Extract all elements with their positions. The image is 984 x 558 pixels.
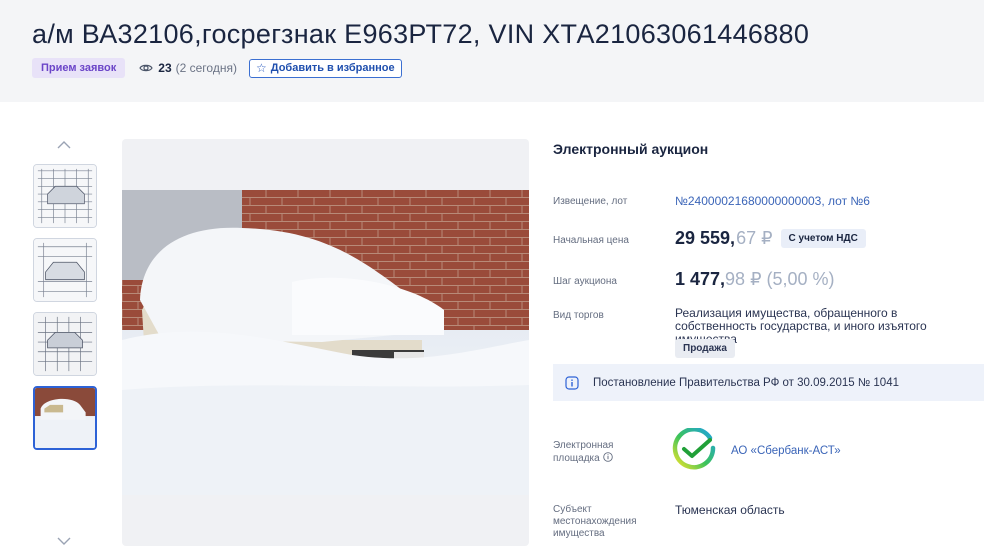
step-value: 1 477,98 ₽ (5,00 %)	[675, 269, 835, 290]
step-fraction: 98 ₽ (5,00 %)	[725, 269, 835, 289]
gallery-thumbnail-3[interactable]	[33, 312, 97, 376]
meta-row: Прием заявок 23 (2 сегодня) ☆ Добавить в…	[32, 58, 402, 78]
gallery-thumbnail-1[interactable]	[33, 164, 97, 228]
start-price-integer: 29 559,	[675, 228, 736, 248]
region-label-line-3: имущества	[553, 528, 605, 539]
platform-label-line-1: Электронная	[553, 440, 614, 451]
gallery-thumbnail-2[interactable]	[33, 238, 97, 302]
trade-type-label: Вид торгов	[553, 310, 604, 321]
info-icon	[565, 375, 579, 390]
star-icon: ☆	[255, 61, 267, 75]
sberbank-logo-icon	[672, 428, 716, 470]
page-title: а/м ВА32106,госрегзнак Е963РТ72, VIN ХТА…	[32, 19, 810, 49]
main-photo-frame[interactable]	[122, 139, 529, 546]
main-photo-snow-covered-car	[122, 190, 529, 495]
start-price-fraction: 67 ₽	[736, 228, 773, 248]
add-to-favorites-button[interactable]: ☆ Добавить в избранное	[248, 58, 402, 78]
car-document-thumbnail	[34, 239, 96, 301]
region-value: Тюменская область	[675, 503, 785, 517]
snow-car-thumbnail	[35, 388, 95, 448]
decree-text: Постановление Правительства РФ от 30.09.…	[593, 376, 899, 389]
sale-badge: Продажа	[675, 339, 735, 358]
vat-badge: С учетом НДС	[780, 229, 866, 248]
notice-label: Извещение, лот	[553, 196, 628, 207]
decree-info-box: Постановление Правительства РФ от 30.09.…	[553, 364, 984, 401]
platform-label-line-2: площадка	[553, 452, 613, 465]
step-label: Шаг аукциона	[553, 276, 617, 287]
views-counter: 23 (2 сегодня)	[139, 61, 237, 75]
region-label: Субъект местонахождения имущества	[553, 504, 637, 540]
gallery-thumbnail-4-active[interactable]	[33, 386, 97, 450]
help-icon[interactable]	[602, 452, 613, 462]
chevron-down-icon[interactable]	[56, 536, 72, 546]
eye-icon	[139, 64, 153, 72]
platform-label: Электронная площадка	[553, 440, 613, 465]
status-badge: Прием заявок	[32, 58, 126, 78]
car-document-thumbnail	[34, 313, 96, 375]
step-integer: 1 477,	[675, 269, 726, 289]
platform-name-link[interactable]: АО «Сбербанк-АСТ»	[731, 445, 841, 457]
chevron-up-icon[interactable]	[56, 140, 72, 150]
auction-type-heading: Электронный аукцион	[553, 141, 709, 157]
start-price-label: Начальная цена	[553, 235, 629, 246]
start-price-value: 29 559, 67 ₽ С учетом НДС	[675, 228, 866, 249]
notice-link[interactable]: №24000021680000000003, лот №6	[675, 194, 870, 208]
page-header: а/м ВА32106,госрегзнак Е963РТ72, VIN ХТА…	[0, 0, 984, 102]
region-label-line-2: местонахождения	[553, 516, 637, 527]
favorite-button-label: Добавить в избранное	[270, 62, 395, 74]
car-document-thumbnail	[34, 165, 96, 227]
views-today: (2 сегодня)	[175, 61, 237, 75]
views-count: 23	[158, 61, 172, 75]
region-label-line-1: Субъект	[553, 504, 592, 515]
